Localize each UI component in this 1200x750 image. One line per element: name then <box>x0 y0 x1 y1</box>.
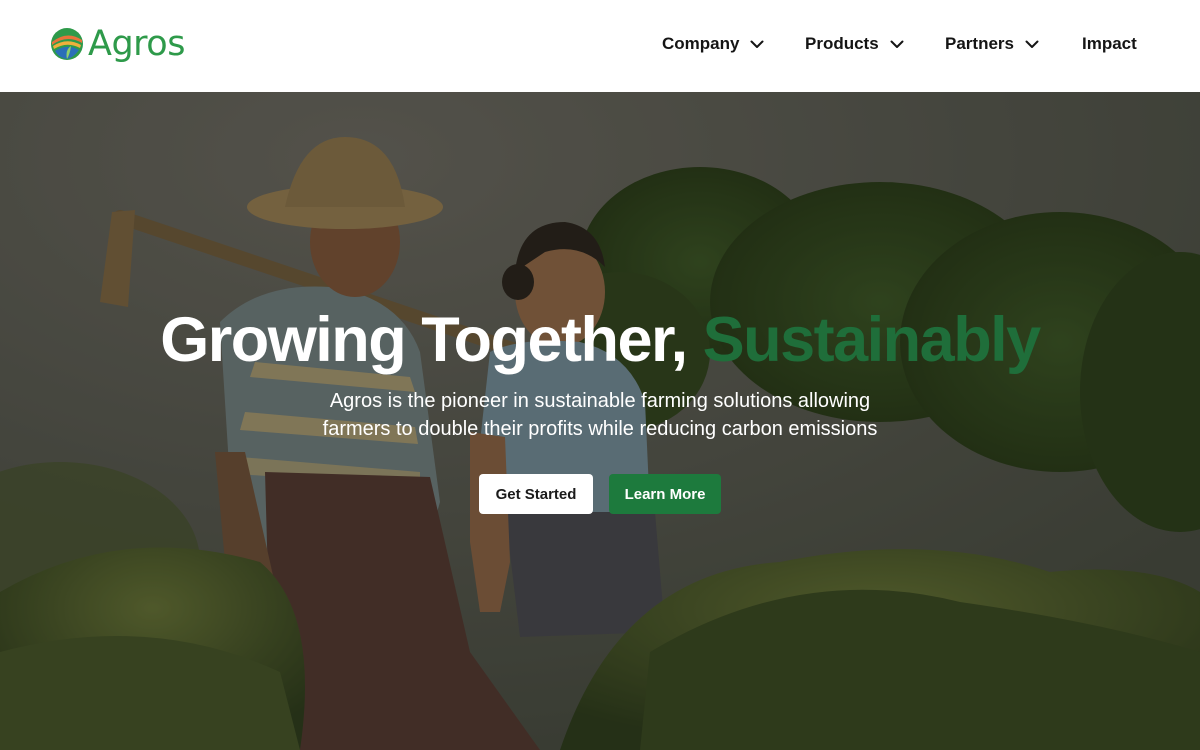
hero-content: Growing Together, Sustainably Agros is t… <box>0 92 1200 750</box>
hero-title-accent: Sustainably <box>702 305 1042 375</box>
brand-name: Agros <box>88 23 185 64</box>
chevron-down-icon <box>1025 40 1039 48</box>
nav-item-impact[interactable]: Impact <box>1082 34 1137 54</box>
agros-logo-icon <box>51 28 83 60</box>
nav-item-label: Impact <box>1082 34 1137 53</box>
nav-item-company[interactable]: Company <box>662 34 764 54</box>
nav-item-label: Company <box>662 34 740 53</box>
site-header: Agros Company Products Partners Impact <box>0 0 1200 92</box>
chevron-down-icon <box>890 40 904 48</box>
nav-item-partners[interactable]: Partners <box>945 34 1039 54</box>
hero-subtitle-line1: Agros is the pioneer in sustainable farm… <box>329 390 871 412</box>
get-started-button[interactable]: Get Started <box>479 474 593 514</box>
hero-section: Growing Together, Sustainably Agros is t… <box>0 92 1200 750</box>
hero-title-main: Growing Together, <box>160 305 703 375</box>
nav-item-label: Partners <box>945 34 1014 53</box>
hero-title: Growing Together, Sustainably <box>0 304 1200 376</box>
learn-more-button[interactable]: Learn More <box>609 474 721 514</box>
brand-logo[interactable]: Agros <box>49 24 185 64</box>
nav-item-label: Products <box>805 34 879 53</box>
hero-subtitle-line2: farmers to double their profits while re… <box>322 418 878 440</box>
chevron-down-icon <box>750 40 764 48</box>
nav-item-products[interactable]: Products <box>805 34 904 54</box>
hero-subtitle: Agros is the pioneer in sustainable farm… <box>250 387 950 443</box>
